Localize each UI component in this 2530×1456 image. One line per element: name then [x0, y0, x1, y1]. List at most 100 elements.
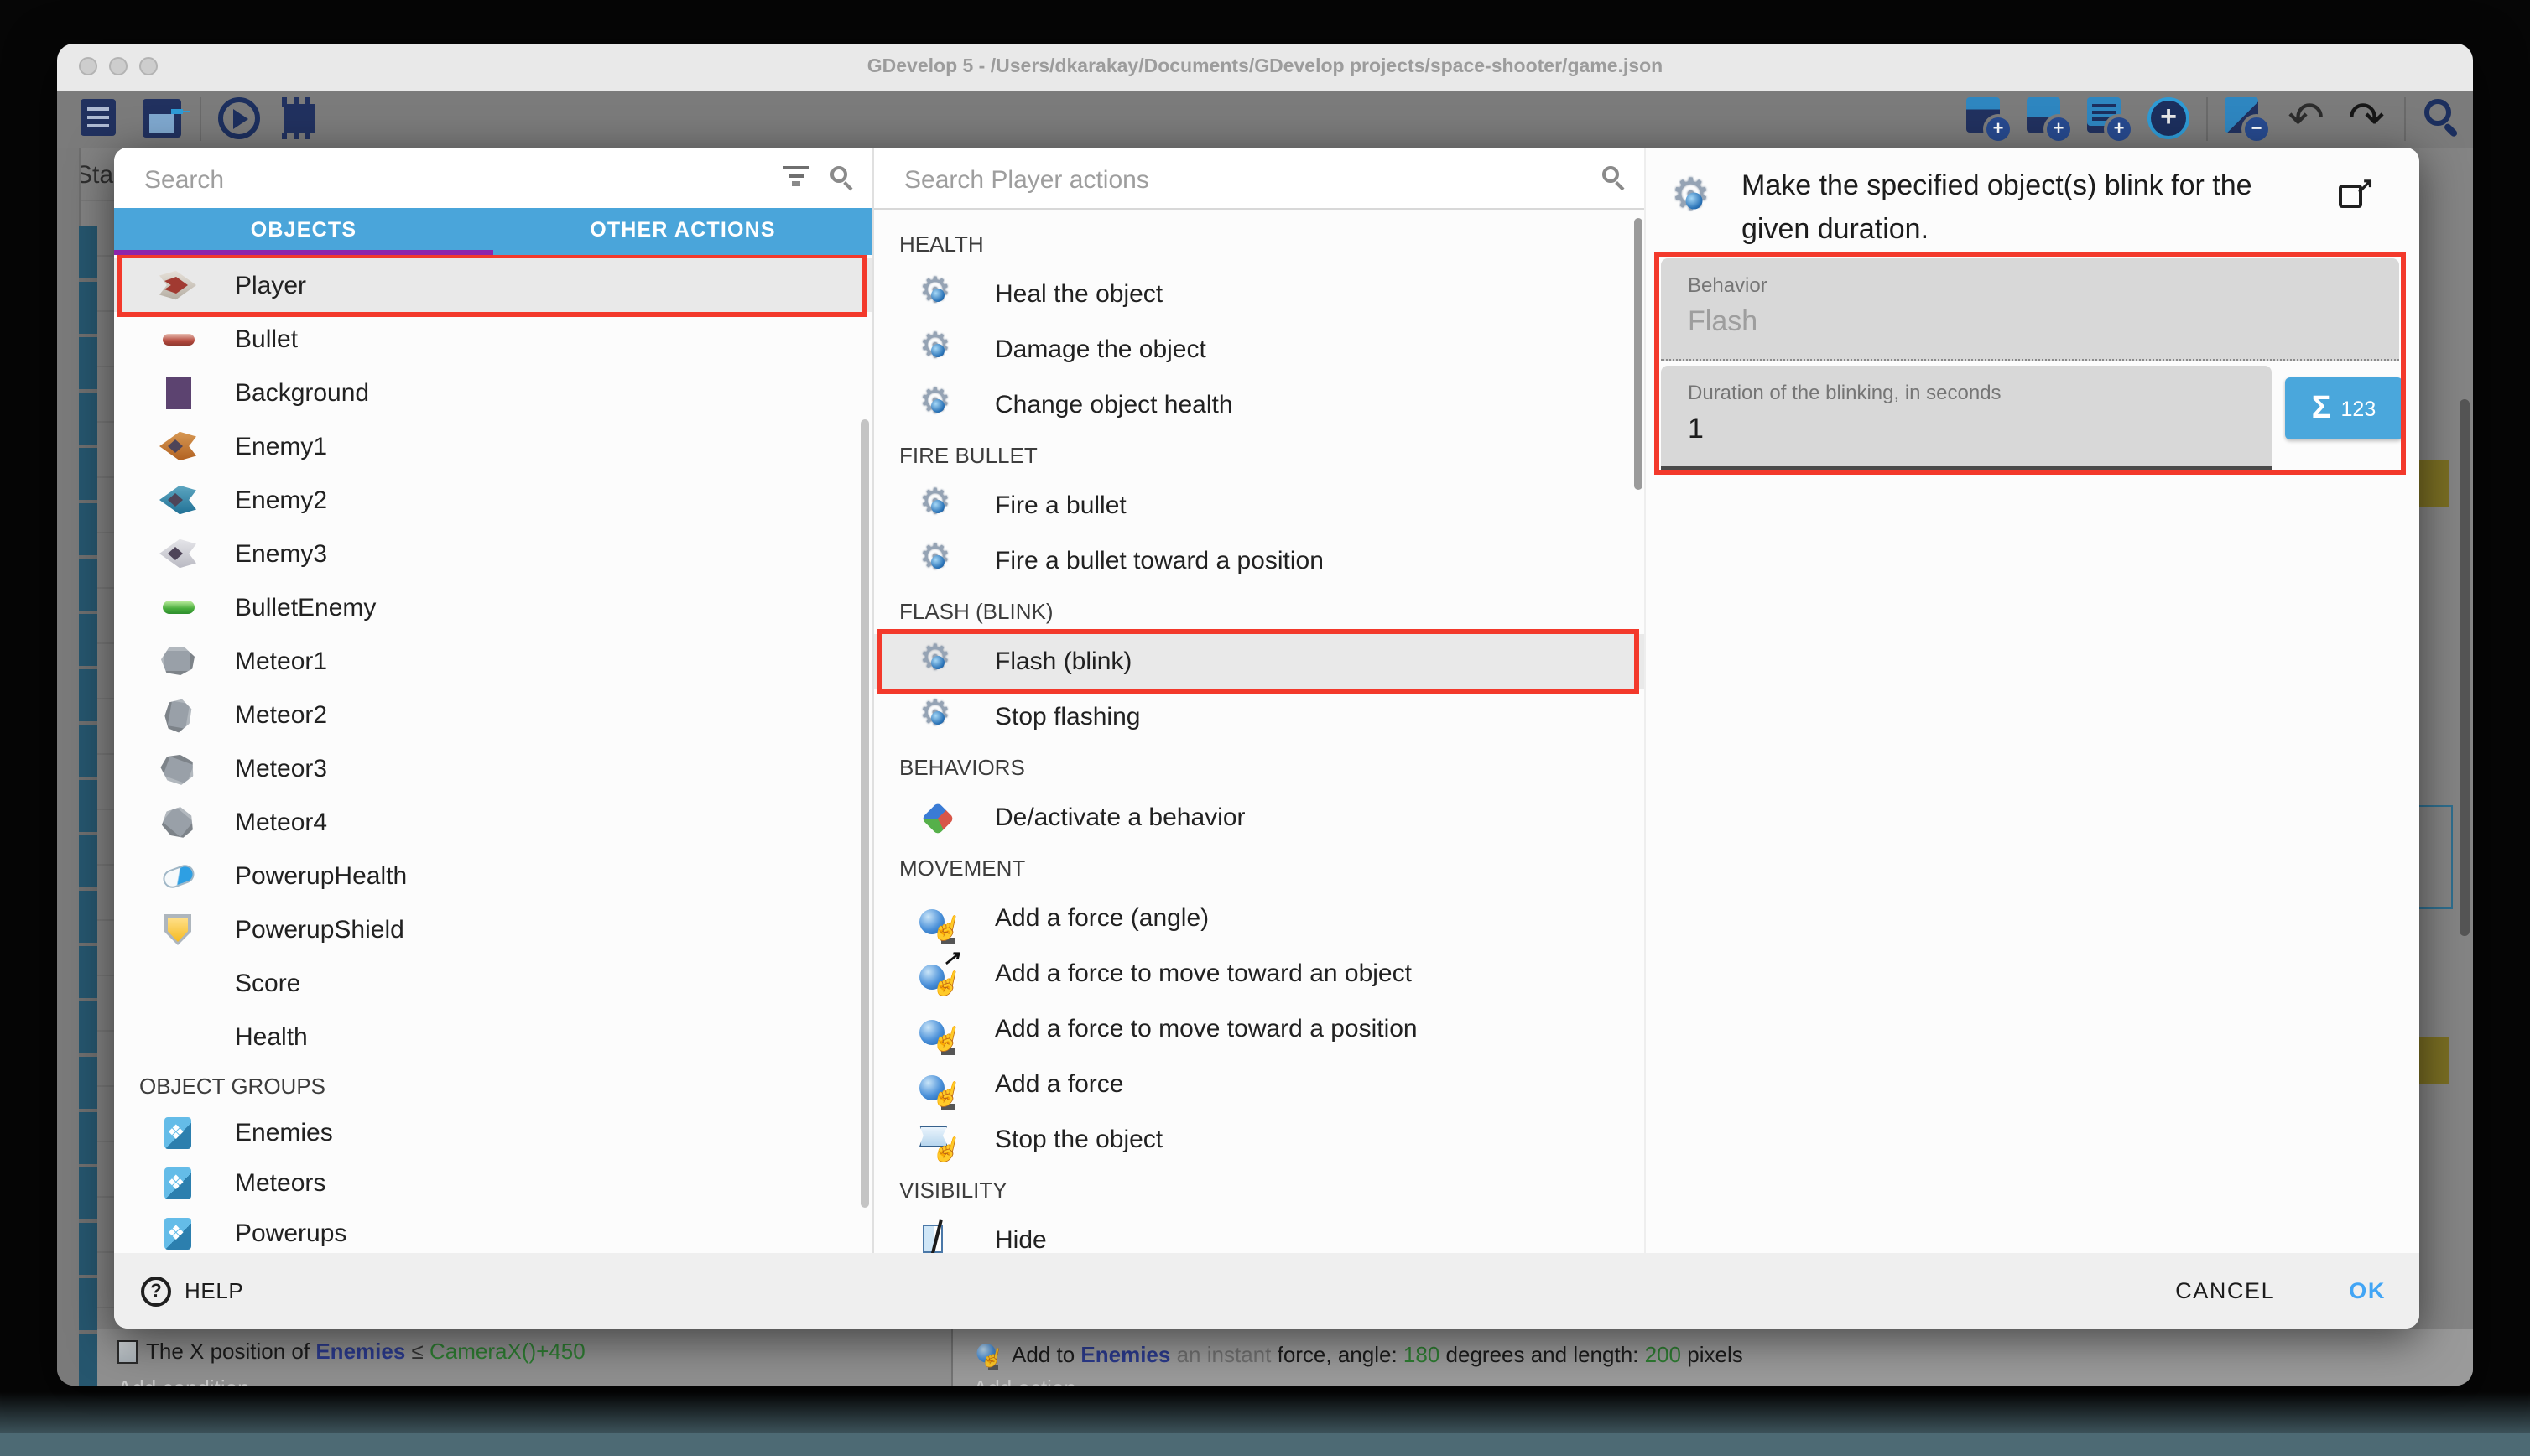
object-row-enemy3[interactable]: Enemy3 [114, 527, 872, 580]
tab-other-actions[interactable]: OTHER ACTIONS [493, 208, 872, 255]
action-item-heal-the-object[interactable]: Heal the object [874, 267, 1644, 322]
condition-icon [117, 1339, 138, 1363]
event-actions-cell[interactable]: Add to Enemies an instant force, angle: … [953, 1329, 2473, 1386]
action-item-fire-a-bullet[interactable]: Fire a bullet [874, 478, 1644, 533]
object-row-health[interactable]: Health [114, 1010, 872, 1063]
actions-scrollbar[interactable] [1634, 218, 1642, 490]
item-label: Damage the object [995, 335, 1206, 364]
filter-icon[interactable] [783, 165, 809, 190]
object-row-meteors[interactable]: Meteors [114, 1157, 872, 1208]
events-scrollbar[interactable] [2460, 399, 2470, 936]
ship-player-icon [159, 270, 196, 300]
object-row-background[interactable]: Background [114, 366, 872, 419]
action-item-stop-the-object[interactable]: Stop the object [874, 1112, 1644, 1167]
object-row-enemies[interactable]: Enemies [114, 1107, 872, 1157]
action-item-add-a-force-to-move-toward-a-position[interactable]: Add a force to move toward a position [874, 1001, 1644, 1057]
action-item-add-a-force[interactable]: Add a force [874, 1057, 1644, 1112]
action-item-change-object-health[interactable]: Change object health [874, 377, 1644, 433]
minimize-button[interactable] [109, 57, 128, 75]
undo-icon[interactable] [2283, 96, 2329, 141]
action-item-add-a-force-to-move-toward-an-object[interactable]: Add a force to move toward an object [874, 946, 1644, 1001]
section-header: FIRE BULLET [874, 433, 1644, 478]
close-button[interactable] [79, 57, 97, 75]
object-row-meteor4[interactable]: Meteor4 [114, 795, 872, 849]
object-row-powerups[interactable]: Powerups [114, 1208, 872, 1253]
help-button[interactable]: HELP [141, 1276, 243, 1306]
gear-icon [919, 331, 956, 368]
gear-icon [919, 699, 956, 736]
objects-search-input[interactable] [141, 158, 772, 201]
duration-field-label: Duration of the blinking, in seconds [1688, 381, 2002, 404]
item-label: Change object health [995, 391, 1233, 419]
object-row-bullet[interactable]: Bullet [114, 312, 872, 366]
add-action-link[interactable]: Add action [973, 1375, 1076, 1386]
open-in-new-icon[interactable] [2339, 178, 2372, 211]
objects-scrollbar[interactable] [861, 419, 869, 1208]
action-item-damage-the-object[interactable]: Damage the object [874, 322, 1644, 377]
add-force-icon [977, 1343, 1000, 1365]
ok-button[interactable]: OK [2349, 1278, 2386, 1303]
object-row-meteor3[interactable]: Meteor3 [114, 741, 872, 795]
redo-icon[interactable] [2344, 96, 2389, 141]
object-row-enemy1[interactable]: Enemy1 [114, 419, 872, 473]
add-subevent-icon[interactable] [2025, 96, 2070, 141]
highlighted-action-block [2419, 460, 2449, 507]
action-item-add-a-force-angle-[interactable]: Add a force (angle) [874, 891, 1644, 946]
tab-objects[interactable]: OBJECTS [114, 208, 493, 255]
duration-field[interactable]: Duration of the blinking, in seconds 1 [1661, 366, 2272, 470]
actions-search-input[interactable] [901, 158, 1544, 201]
objects-tab-bar: OBJECTS OTHER ACTIONS [114, 208, 872, 255]
delete-event-icon[interactable] [2223, 96, 2268, 141]
meteor-3-icon [157, 749, 198, 788]
desktop-dock-bar [0, 1433, 2530, 1456]
event-conditions-cell[interactable]: The X position of Enemies ≤ CameraX()+45… [97, 1329, 953, 1386]
add-comment-icon[interactable] [2085, 96, 2131, 141]
object-row-bulletenemy[interactable]: BulletEnemy [114, 580, 872, 634]
zoom-button[interactable] [139, 57, 158, 75]
scene-tab-label: Sta [75, 161, 113, 190]
action-item-de-activate-a-behavior[interactable]: De/activate a behavior [874, 790, 1644, 845]
objects-panel: OBJECTS OTHER ACTIONS PlayerBulletBackgr… [114, 148, 874, 1253]
add-condition-link[interactable]: Add condition [117, 1375, 250, 1386]
action-gear-icon [1671, 178, 1717, 224]
search-icon [1601, 164, 1627, 191]
play-icon[interactable] [216, 96, 262, 141]
action-item-flash-blink-[interactable]: Flash (blink) [874, 634, 1644, 689]
object-row-score[interactable]: Score [114, 956, 872, 1010]
object-row-meteor2[interactable]: Meteor2 [114, 688, 872, 741]
object-row-poweruphealth[interactable]: PowerupHealth [114, 849, 872, 902]
object-row-enemy2[interactable]: Enemy2 [114, 473, 872, 527]
events-right-sliver [2419, 148, 2473, 1386]
pill-health-icon [159, 861, 195, 890]
item-label: BulletEnemy [235, 593, 376, 621]
action-description: Make the specified object(s) blink for t… [1741, 164, 2295, 252]
object-row-meteor1[interactable]: Meteor1 [114, 634, 872, 688]
actions-panel: HEALTHHeal the objectDamage the objectCh… [874, 148, 1646, 1253]
add-event-icon[interactable] [1965, 96, 2010, 141]
expression-builder-button[interactable]: Σ 123 [2285, 377, 2402, 439]
item-label: Meteor3 [235, 754, 327, 783]
events-margin-column [57, 148, 81, 1386]
action-item-hide[interactable]: Hide [874, 1213, 1644, 1253]
object-row-player[interactable]: Player [114, 258, 872, 312]
debug-icon[interactable] [277, 96, 322, 141]
app-window: Sta The X position of Enemies ≤ CameraX(… [57, 44, 2473, 1386]
gear-icon [919, 643, 956, 680]
object-row-powerupshield[interactable]: PowerupShield [114, 902, 872, 956]
search-icon[interactable] [2421, 96, 2466, 141]
item-label: Add a force (angle) [995, 904, 1209, 933]
scene-editor-icon[interactable] [139, 96, 185, 141]
add-circle-icon[interactable] [2146, 96, 2191, 141]
bullet-red-icon [162, 333, 194, 345]
bullet-green-icon [162, 601, 194, 614]
objects-search-row [114, 148, 872, 210]
item-label: Add a force to move toward a position [995, 1015, 1418, 1043]
item-label: Meteor2 [235, 700, 327, 729]
behavior-field[interactable]: Behavior Flash [1661, 258, 2399, 361]
action-text: Add to Enemies an instant force, angle: … [973, 1339, 1743, 1369]
events-sheet-icon[interactable] [79, 96, 124, 141]
action-item-stop-flashing[interactable]: Stop flashing [874, 689, 1644, 745]
cancel-button[interactable]: CANCEL [2175, 1278, 2275, 1303]
sigma-icon: Σ [2312, 390, 2331, 427]
action-item-fire-a-bullet-toward-a-position[interactable]: Fire a bullet toward a position [874, 533, 1644, 589]
